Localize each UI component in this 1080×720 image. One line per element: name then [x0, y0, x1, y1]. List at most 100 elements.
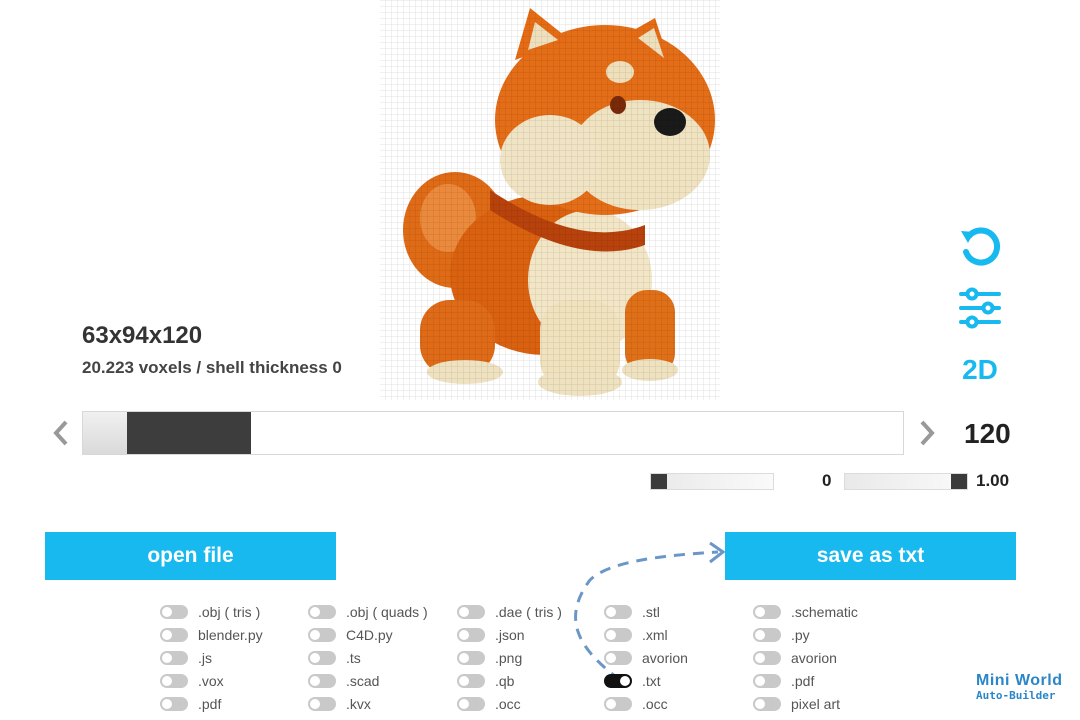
format-label: .occ — [642, 696, 668, 712]
format-toggle[interactable] — [308, 674, 336, 688]
format-option[interactable]: .pdf — [160, 693, 221, 715]
format-option[interactable]: .occ — [457, 693, 521, 715]
sliders-icon[interactable] — [958, 286, 1002, 330]
format-label: .xml — [642, 627, 668, 643]
format-option[interactable]: avorion — [753, 647, 837, 669]
layer-slider[interactable] — [82, 411, 904, 455]
format-label: .kvx — [346, 696, 371, 712]
format-option[interactable]: pixel art — [753, 693, 840, 715]
logo-line2: Auto-Builder — [976, 689, 1056, 702]
format-option[interactable]: .occ — [604, 693, 668, 715]
format-option[interactable]: .vox — [160, 670, 224, 692]
voxel-count-info: 20.223 voxels / shell thickness 0 — [82, 358, 342, 377]
format-option[interactable]: .qb — [457, 670, 514, 692]
format-toggle[interactable] — [308, 697, 336, 711]
format-option[interactable]: .txt — [604, 670, 661, 692]
format-label: .dae ( tris ) — [495, 604, 562, 620]
format-option[interactable]: .scad — [308, 670, 379, 692]
format-label: .occ — [495, 696, 521, 712]
format-toggle[interactable] — [160, 605, 188, 619]
2d-view-label: 2D — [962, 354, 998, 385]
format-toggle[interactable] — [308, 651, 336, 665]
format-option[interactable]: .json — [457, 624, 525, 646]
model-dimensions: 63x94x120 — [82, 322, 203, 349]
chevron-left-icon[interactable] — [46, 412, 76, 454]
voxel-dog-model — [380, 0, 720, 400]
logo-line1: Mini World — [976, 672, 1063, 689]
format-label: .png — [495, 650, 523, 666]
format-toggle[interactable] — [457, 674, 485, 688]
format-option[interactable]: .obj ( tris ) — [160, 601, 260, 623]
scale-knob[interactable] — [951, 474, 967, 489]
format-label: .pdf — [198, 696, 222, 712]
export-format-list: .obj ( tris ) blender.py .js .vox .pdf .obj (… — [160, 601, 920, 719]
format-toggle[interactable] — [604, 651, 632, 665]
format-toggle[interactable] — [308, 628, 336, 642]
format-option[interactable]: .obj ( quads ) — [308, 601, 428, 623]
format-label: .scad — [346, 673, 380, 689]
format-option[interactable]: .kvx — [308, 693, 371, 715]
format-toggle[interactable] — [308, 605, 336, 619]
mini-world-logo: Mini World Auto-Builder — [976, 673, 1072, 705]
format-label: avorion — [791, 650, 837, 666]
format-label: avorion — [642, 650, 688, 666]
format-label: .js — [198, 650, 212, 666]
scale-max-label: 1.00 — [976, 471, 1010, 490]
format-toggle[interactable] — [753, 605, 781, 619]
format-toggle[interactable] — [160, 628, 188, 642]
format-option[interactable]: .stl — [604, 601, 660, 623]
format-option[interactable]: .png — [457, 647, 522, 669]
format-option[interactable]: .py — [753, 624, 810, 646]
format-label: .json — [495, 627, 525, 643]
voxel-preview-viewport[interactable] — [380, 0, 720, 400]
format-option[interactable]: blender.py — [160, 624, 263, 646]
format-label: C4D.py — [346, 627, 393, 643]
format-label: .schematic — [791, 604, 858, 620]
format-toggle[interactable] — [160, 697, 188, 711]
format-toggle[interactable] — [457, 697, 485, 711]
format-toggle[interactable] — [457, 628, 485, 642]
format-option[interactable]: C4D.py — [308, 624, 393, 646]
format-toggle[interactable] — [457, 605, 485, 619]
format-toggle[interactable] — [753, 628, 781, 642]
format-label: .stl — [642, 604, 660, 620]
format-toggle[interactable] — [604, 605, 632, 619]
format-toggle[interactable] — [160, 651, 188, 665]
format-toggle[interactable] — [753, 697, 781, 711]
shell-thickness-slider[interactable] — [650, 473, 774, 490]
shell-thickness-knob[interactable] — [651, 474, 667, 489]
format-toggle[interactable] — [160, 674, 188, 688]
open-file-button[interactable]: open file — [45, 532, 336, 580]
format-label: .qb — [495, 673, 515, 689]
format-toggle[interactable] — [753, 651, 781, 665]
format-toggle[interactable] — [753, 674, 781, 688]
format-label: blender.py — [198, 627, 263, 643]
format-option[interactable]: avorion — [604, 647, 688, 669]
format-option[interactable]: .dae ( tris ) — [457, 601, 562, 623]
format-option[interactable]: .js — [160, 647, 212, 669]
format-label: .txt — [642, 673, 661, 689]
format-label: .py — [791, 627, 810, 643]
format-toggle[interactable] — [604, 674, 632, 688]
format-toggle[interactable] — [604, 697, 632, 711]
format-label: .obj ( quads ) — [346, 604, 428, 620]
scale-min-label: 0 — [822, 471, 832, 490]
rotate-icon[interactable] — [958, 226, 1002, 270]
format-option[interactable]: .pdf — [753, 670, 814, 692]
2d-view-icon[interactable]: 2D — [958, 346, 1002, 390]
format-label: .ts — [346, 650, 361, 666]
chevron-right-icon[interactable] — [912, 412, 942, 454]
format-toggle[interactable] — [604, 628, 632, 642]
format-toggle[interactable] — [457, 651, 485, 665]
save-as-txt-button[interactable]: save as txt — [725, 532, 1016, 580]
layer-number: 120 — [964, 418, 1011, 449]
scale-slider[interactable] — [844, 473, 968, 490]
format-option[interactable]: .schematic — [753, 601, 858, 623]
format-option[interactable]: .ts — [308, 647, 361, 669]
format-label: .pdf — [791, 673, 815, 689]
format-label: pixel art — [791, 696, 841, 712]
layer-slider-thumb[interactable] — [127, 412, 251, 454]
format-option[interactable]: .xml — [604, 624, 668, 646]
format-label: .obj ( tris ) — [198, 604, 261, 620]
layer-slider-left-shade — [83, 412, 127, 454]
